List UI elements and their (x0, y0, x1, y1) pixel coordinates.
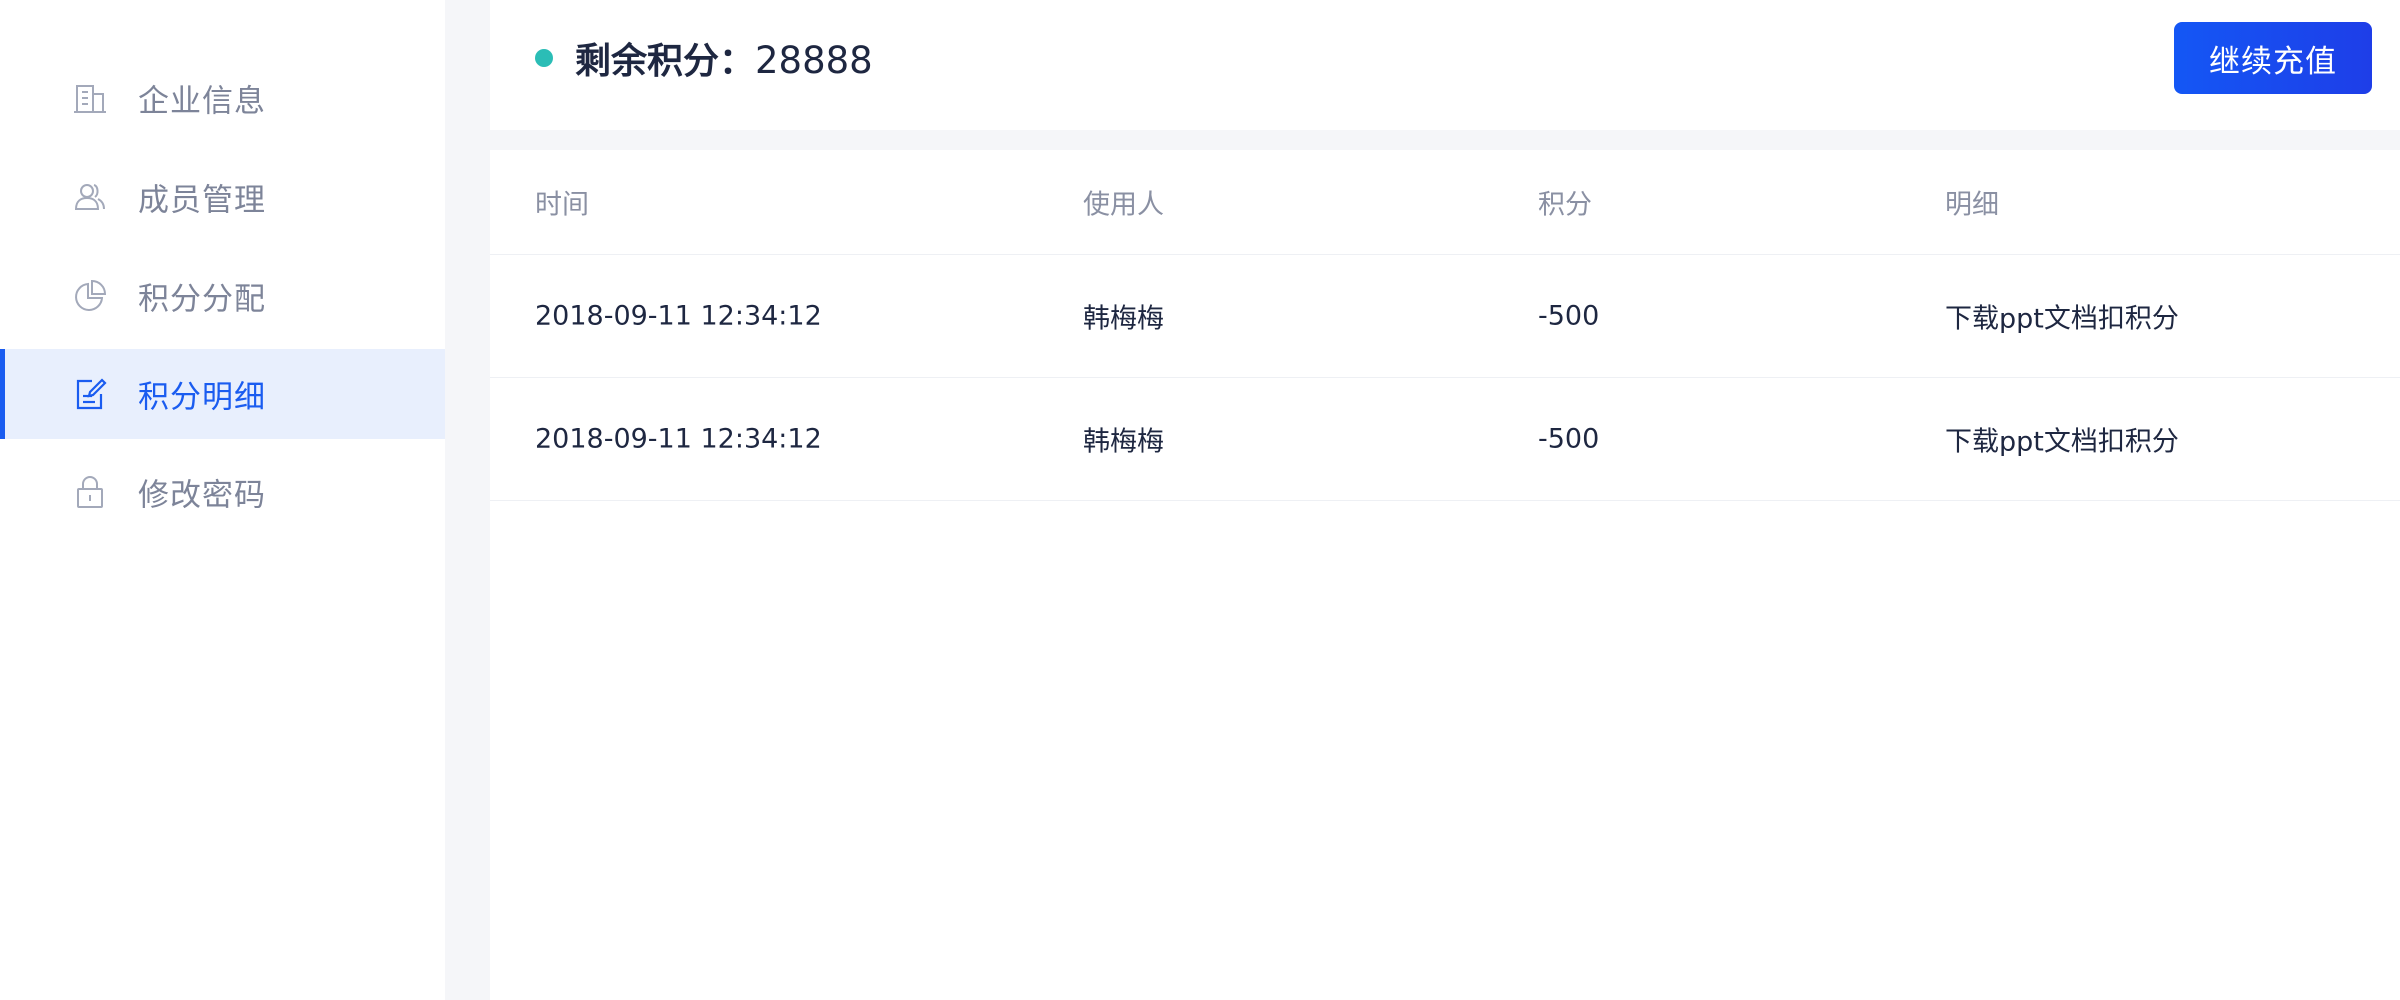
table-header: 时间 使用人 积分 明细 (490, 150, 2400, 255)
cell-points: -500 (1538, 300, 1600, 332)
sidebar-item-points-detail[interactable]: 积分明细 (0, 349, 445, 439)
sidebar-item-label: 修改密码 (138, 477, 266, 514)
cell-points: -500 (1538, 423, 1600, 455)
balance-bar: 剩余积分：28888 继续充值 (490, 0, 2400, 130)
sidebar-item-label: 积分分配 (138, 281, 266, 318)
lock-icon (70, 472, 110, 512)
cell-user: 韩梅梅 (1083, 303, 1164, 335)
sidebar-item-label: 积分明细 (138, 379, 266, 416)
sidebar: 企业信息 成员管理 积分分配 积分明细 修改密码 (0, 0, 445, 1000)
sidebar-item-points-allocation[interactable]: 积分分配 (0, 251, 445, 341)
main-content: 剩余积分：28888 继续充值 时间 使用人 积分 明细 2018-09-11 … (490, 0, 2400, 1000)
cell-time: 2018-09-11 12:34:12 (535, 300, 822, 332)
table-row: 2018-09-11 12:34:12 韩梅梅 -500 下载ppt文档扣积分 (490, 255, 2400, 378)
sidebar-item-company-info[interactable]: 企业信息 (0, 53, 445, 143)
sidebar-item-change-password[interactable]: 修改密码 (0, 447, 445, 537)
cell-detail: 下载ppt文档扣积分 (1945, 426, 2179, 458)
points-detail-table: 时间 使用人 积分 明细 2018-09-11 12:34:12 韩梅梅 -50… (490, 150, 2400, 501)
remaining-points-label: 剩余积分： (575, 41, 756, 82)
pie-chart-icon (70, 276, 110, 316)
users-icon (70, 177, 110, 217)
table-row: 2018-09-11 12:34:12 韩梅梅 -500 下载ppt文档扣积分 (490, 378, 2400, 501)
column-header-points: 积分 (1538, 189, 1592, 221)
column-header-user: 使用人 (1083, 189, 1164, 221)
column-header-detail: 明细 (1945, 189, 1999, 221)
app-root: 企业信息 成员管理 积分分配 积分明细 修改密码 剩余积分：28888 继续充值… (0, 0, 2400, 1000)
column-header-time: 时间 (535, 189, 589, 221)
recharge-button[interactable]: 继续充值 (2174, 22, 2372, 94)
sidebar-item-label: 企业信息 (138, 83, 266, 120)
cell-time: 2018-09-11 12:34:12 (535, 423, 822, 455)
remaining-points: 剩余积分：28888 (575, 32, 873, 84)
status-dot (535, 49, 553, 67)
sidebar-item-label: 成员管理 (138, 182, 266, 219)
building-icon (70, 78, 110, 118)
cell-user: 韩梅梅 (1083, 426, 1164, 458)
remaining-points-value: 28888 (755, 39, 873, 82)
sidebar-gutter (445, 0, 490, 1000)
edit-document-icon (70, 374, 110, 414)
section-divider (490, 130, 2400, 150)
sidebar-item-member-management[interactable]: 成员管理 (0, 152, 445, 242)
cell-detail: 下载ppt文档扣积分 (1945, 303, 2179, 335)
